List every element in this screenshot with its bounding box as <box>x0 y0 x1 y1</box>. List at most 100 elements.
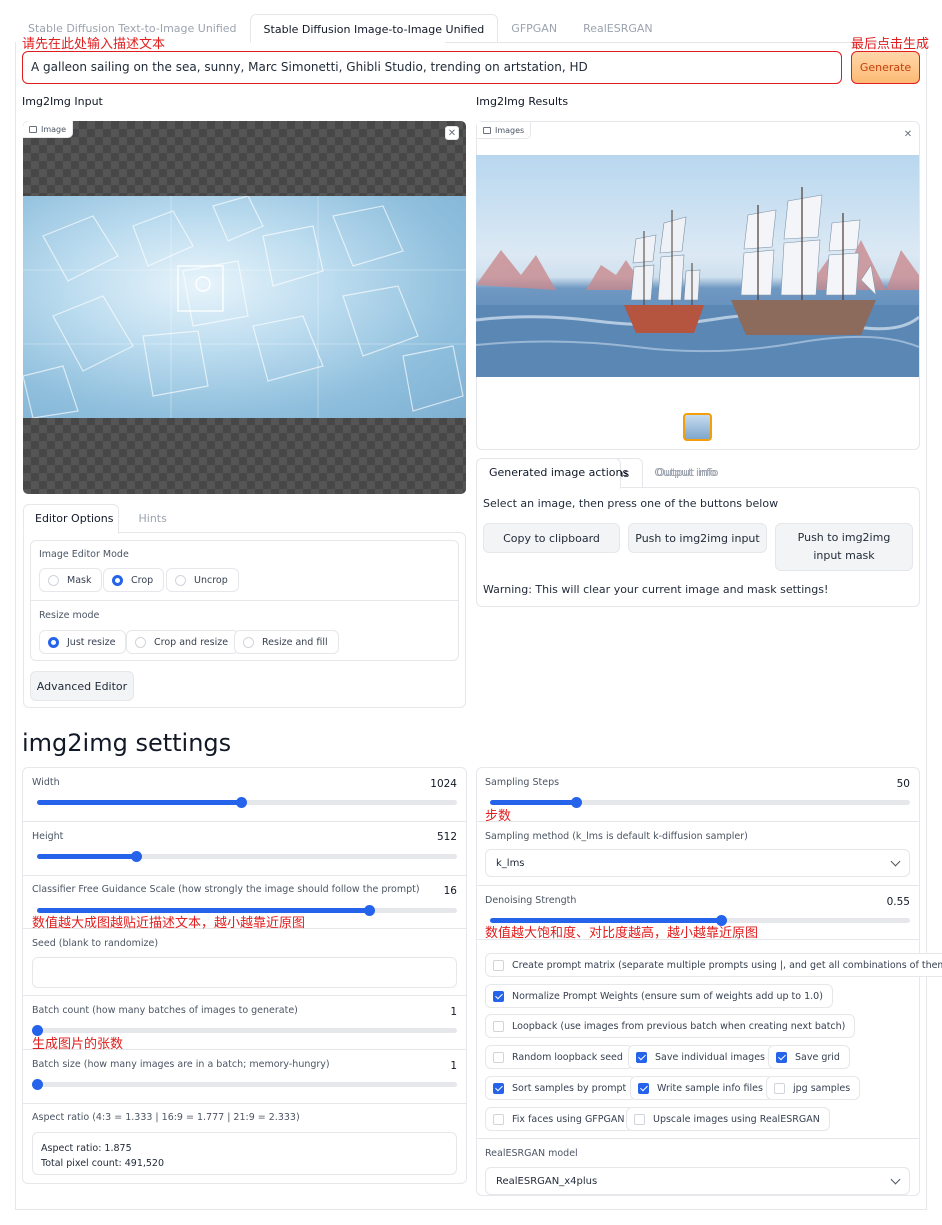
checkbox-write-sample-info[interactable]: Write sample info files <box>630 1076 773 1100</box>
divider <box>23 875 466 876</box>
sampling-steps-label: Sampling Steps <box>485 777 560 788</box>
radio-dot <box>112 574 123 586</box>
result-thumbnail[interactable] <box>683 413 712 441</box>
width-value[interactable]: 1024 <box>400 778 457 790</box>
input-image-canvas[interactable]: Image ✕ <box>23 121 466 494</box>
checkbox-label: Save individual images <box>655 1051 766 1063</box>
radio-resize-and-fill-label: Resize and fill <box>262 636 328 648</box>
denoising-strength-value[interactable]: 0.55 <box>853 896 910 908</box>
radio-resize-and-fill[interactable]: Resize and fill <box>234 630 339 654</box>
annotation-batch: 生成图片的张数 <box>32 1037 124 1052</box>
slider-knob[interactable] <box>363 905 375 916</box>
tab-editor-options[interactable]: Editor Options <box>23 504 126 534</box>
height-slider[interactable] <box>37 851 457 862</box>
radio-just-resize-label: Just resize <box>67 636 116 648</box>
push-to-img2img-input-button[interactable]: Push to img2img input <box>628 523 767 553</box>
tab-hints[interactable]: Hints <box>126 504 180 534</box>
checkbox-upscale-realesrgan[interactable]: Upscale images using RealESRGAN <box>626 1107 830 1131</box>
batch-size-value[interactable]: 1 <box>400 1060 457 1072</box>
checkbox-label: Save grid <box>795 1051 840 1063</box>
checkbox-save-grid[interactable]: Save grid <box>768 1045 850 1069</box>
radio-dot <box>175 574 186 586</box>
image-icon <box>29 125 37 133</box>
checkbox-loopback[interactable]: Loopback (use images from previous batch… <box>485 1014 856 1038</box>
annotation-denoise: 数值越大饱和度、对比度越高，越小越靠近原图 <box>485 926 759 941</box>
img2img-results-title: Img2Img Results <box>476 95 569 108</box>
batch-size-slider[interactable] <box>32 1079 457 1090</box>
checkbox-sort-samples[interactable]: Sort samples by prompt <box>485 1076 637 1100</box>
checkbox-box <box>493 959 504 971</box>
checkbox-jpg-samples[interactable]: jpg samples <box>766 1076 861 1100</box>
prompt-input[interactable]: A galleon sailing on the sea, sunny, Mar… <box>22 51 842 84</box>
advanced-editor-button[interactable]: Advanced Editor <box>30 671 134 701</box>
checkbox-random-loopback-seed[interactable]: Random loopback seed <box>485 1045 633 1069</box>
img2img-input-title: Img2Img Input <box>22 95 103 108</box>
checkbox-box <box>774 1082 785 1094</box>
height-value[interactable]: 512 <box>400 831 457 843</box>
resize-mode-label: Resize mode <box>39 610 100 621</box>
checkbox-save-individual-images[interactable]: Save individual images <box>628 1045 776 1069</box>
close-icon[interactable]: ✕ <box>445 126 459 140</box>
radio-mask[interactable]: Mask <box>39 568 103 592</box>
checkbox-box <box>636 1051 647 1063</box>
checkbox-label: Loopback (use images from previous batch… <box>512 1020 846 1032</box>
aspect-ratio-label: Aspect ratio (4:3 = 1.333 | 16:9 = 1.777… <box>32 1112 300 1123</box>
seed-input[interactable] <box>32 957 457 988</box>
radio-crop-and-resize[interactable]: Crop and resize <box>126 630 240 654</box>
slider-knob[interactable] <box>32 1079 43 1090</box>
realesrgan-model-select[interactable]: RealESRGAN_x4plus <box>485 1167 910 1195</box>
checkbox-label: Upscale images using RealESRGAN <box>653 1113 820 1125</box>
actions-warning: Warning: This will clear your current im… <box>483 583 829 596</box>
tab-realesrgan[interactable]: RealESRGAN <box>570 14 666 43</box>
checkbox-fix-faces-gfpgan[interactable]: Fix faces using GFPGAN <box>485 1107 635 1131</box>
annotation-prompt: 请先在此处输入描述文本 <box>22 37 166 52</box>
checkbox-box <box>493 1082 504 1094</box>
chevron-down-icon <box>890 1174 901 1184</box>
checkbox-label: Fix faces using GFPGAN <box>512 1113 625 1125</box>
checkbox-box <box>634 1113 645 1125</box>
close-icon[interactable]: ✕ <box>901 128 915 142</box>
annotation-generate: 最后点击生成 <box>851 37 930 52</box>
slider-fill <box>37 854 136 859</box>
generate-button[interactable]: Generate <box>851 51 920 84</box>
batch-count-value[interactable]: 1 <box>400 1006 457 1018</box>
checkbox-label: Normalize Prompt Weights (ensure sum of … <box>512 990 823 1002</box>
editor-tabs: Editor Options Hints <box>23 504 180 534</box>
tab-img2img[interactable]: Stable Diffusion Image-to-Image Unified <box>249 14 499 43</box>
sampling-steps-value[interactable]: 50 <box>853 778 910 790</box>
width-slider[interactable] <box>37 797 457 808</box>
sampling-method-value: k_lms <box>496 857 525 869</box>
divider <box>23 995 466 996</box>
realesrgan-model-value: RealESRGAN_x4plus <box>496 1175 598 1187</box>
settings-title: img2img settings <box>22 729 232 757</box>
image-editor-mode-label: Image Editor Mode <box>39 549 129 560</box>
cfg-scale-value[interactable]: 16 <box>400 885 457 897</box>
radio-just-resize[interactable]: Just resize <box>39 630 127 654</box>
radio-dot <box>48 574 59 586</box>
divider <box>477 885 919 886</box>
tab-output-info-label[interactable]: Output info <box>641 458 729 488</box>
sampling-method-select[interactable]: k_lms <box>485 849 910 877</box>
tab-generated-image-actions-label[interactable]: Generated image actions <box>476 458 641 488</box>
slider-knob[interactable] <box>235 797 247 808</box>
result-image[interactable] <box>476 155 919 377</box>
radio-dot <box>48 636 59 648</box>
radio-uncrop[interactable]: Uncrop <box>166 568 239 592</box>
galleon-illustration <box>476 187 919 377</box>
actions-tabs-labels: Generated image actions Output info <box>476 458 730 488</box>
batch-count-label: Batch count (how many batches of images … <box>32 1005 298 1016</box>
copy-to-clipboard-button[interactable]: Copy to clipboard <box>483 523 620 553</box>
editor-divider <box>30 600 459 601</box>
checkbox-label: Sort samples by prompt <box>512 1082 627 1094</box>
sampling-steps-slider[interactable] <box>490 797 910 808</box>
checkbox-prompt-matrix[interactable]: Create prompt matrix (separate multiple … <box>485 953 942 977</box>
slider-knob[interactable] <box>130 851 142 862</box>
checkbox-normalize-weights[interactable]: Normalize Prompt Weights (ensure sum of … <box>485 984 833 1008</box>
annotation-steps: 步数 <box>485 809 512 824</box>
actions-instruction: Select an image, then press one of the b… <box>483 497 779 510</box>
checkbox-label: jpg samples <box>793 1082 851 1094</box>
radio-crop[interactable]: Crop <box>103 568 165 592</box>
push-to-img2img-mask-button[interactable]: Push to img2img input mask <box>775 523 913 571</box>
checkbox-box <box>776 1051 787 1063</box>
tab-gfpgan[interactable]: GFPGAN <box>498 14 570 43</box>
